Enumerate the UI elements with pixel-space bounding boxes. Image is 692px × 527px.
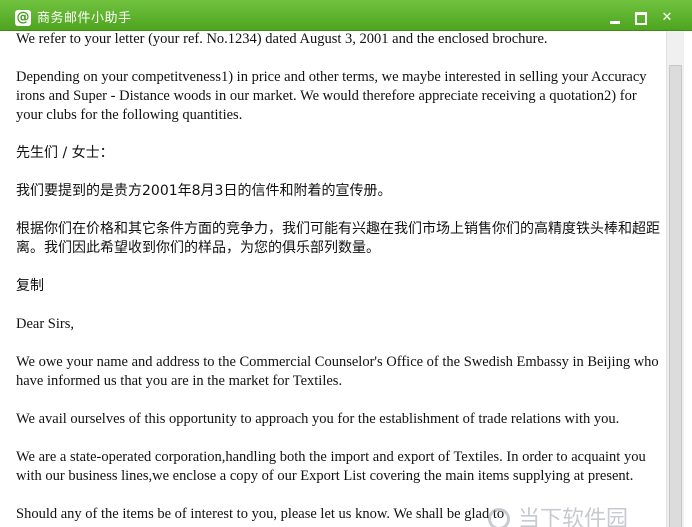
watermark-text: 当下软件园 (518, 507, 629, 527)
maximize-button[interactable] (629, 9, 651, 27)
paragraph-competitiveness: Depending on your competitveness1) in pr… (16, 69, 647, 123)
paragraph-dear-sirs: Dear Sirs, (16, 316, 74, 332)
watermark-logo-icon (488, 508, 510, 527)
paragraph-salutation-cn: 先生们 / 女士： (16, 145, 114, 161)
letter-content-area[interactable]: We refer to your letter (your ref. No.12… (0, 31, 666, 527)
paragraph-competitiveness-cn: 根据你们在价格和其它条件方面的竞争力，我们可能有兴趣在我们市场上销售你们的高精度… (16, 221, 660, 256)
at-sign-icon: @ (15, 10, 31, 26)
mail-assistant-window: @ 商务邮件小助手 ✕ We refer to your letter (you… (0, 0, 692, 527)
copy-label[interactable]: 复制 (16, 277, 661, 296)
window-title: 商务邮件小助手 (37, 11, 132, 26)
paragraph-reference-cn: 我们要提到的是贵方2001年8月3日的信件和附着的宣传册。 (16, 183, 392, 199)
vertical-scrollbar[interactable] (666, 31, 684, 527)
paragraph-name-address: We owe your name and address to the Comm… (16, 354, 659, 389)
minimize-icon (610, 21, 620, 24)
scrollbar-thumb[interactable] (669, 65, 682, 527)
maximize-icon (635, 12, 647, 25)
close-icon: ✕ (661, 10, 673, 25)
paragraph-intro-reference: We refer to your letter (your ref. No.12… (16, 31, 548, 47)
paragraph-corporation: We are a state-operated corporation,hand… (16, 449, 646, 484)
close-button[interactable]: ✕ (656, 9, 678, 27)
minimize-button[interactable] (604, 9, 626, 27)
watermark: 当下软件园 (488, 505, 688, 527)
window-frame-edge (684, 31, 692, 527)
paragraph-opportunity: We avail ourselves of this opportunity t… (16, 411, 620, 427)
title-bar[interactable]: @ 商务邮件小助手 ✕ (0, 0, 692, 31)
letter-text: We refer to your letter (your ref. No.12… (16, 31, 661, 527)
